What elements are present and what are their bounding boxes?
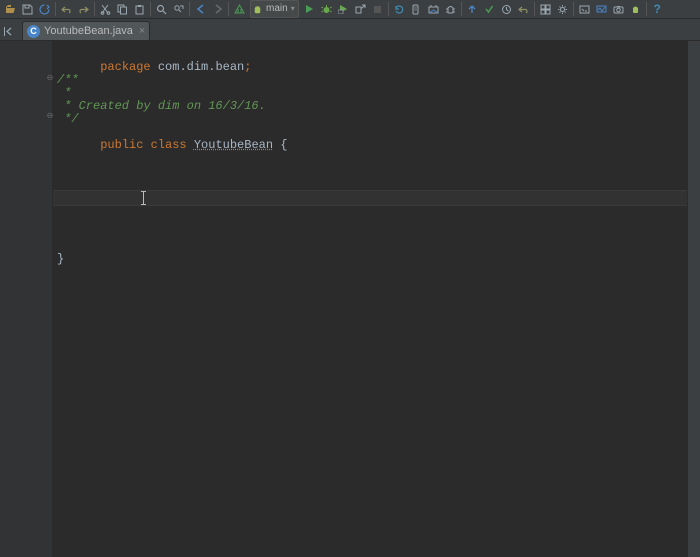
- avd-manager-icon[interactable]: [408, 1, 425, 18]
- project-structure-icon[interactable]: [537, 1, 554, 18]
- vcs-revert-icon[interactable]: [515, 1, 532, 18]
- undo-icon[interactable]: [58, 1, 75, 18]
- toolbar-separator: [189, 2, 190, 16]
- toolbar-separator: [150, 2, 151, 16]
- stop-icon[interactable]: [369, 1, 386, 18]
- toolbar-separator: [94, 2, 95, 16]
- toolbar-separator: [573, 2, 574, 16]
- attach-debugger-icon[interactable]: [352, 1, 369, 18]
- hide-tool-window-icon[interactable]: [0, 22, 14, 40]
- editor-tab-bar: C YoutubeBean.java ×: [0, 19, 700, 41]
- back-icon[interactable]: [192, 1, 209, 18]
- code-editor[interactable]: package com.dim.bean; /** * * Created by…: [53, 41, 687, 557]
- replace-icon[interactable]: [170, 1, 187, 18]
- main-toolbar: main ▾: [0, 0, 700, 19]
- toolbar-separator: [534, 2, 535, 16]
- tab-filename: YoutubeBean.java: [44, 25, 133, 37]
- javadoc-line: */: [57, 113, 79, 126]
- run-with-coverage-icon[interactable]: [335, 1, 352, 18]
- gradle-console-icon[interactable]: [576, 1, 593, 18]
- find-icon[interactable]: [153, 1, 170, 18]
- class-name: YoutubeBean: [194, 138, 273, 152]
- keyword-public-class: public class: [100, 138, 194, 152]
- toolbar-separator: [461, 2, 462, 16]
- ddms-icon[interactable]: [442, 1, 459, 18]
- keyword-package: package: [100, 60, 150, 74]
- save-all-icon[interactable]: [19, 1, 36, 18]
- text-caret: [143, 191, 144, 205]
- sdk-manager-icon[interactable]: [425, 1, 442, 18]
- android-icon: [252, 4, 263, 15]
- run-icon[interactable]: [301, 1, 318, 18]
- javadoc-line: * Created by dim on 16/3/16.: [57, 100, 266, 113]
- open-file-icon[interactable]: [2, 1, 19, 18]
- chevron-down-icon: ▾: [291, 2, 295, 16]
- run-config-selector[interactable]: main ▾: [250, 0, 299, 18]
- copy-icon[interactable]: [114, 1, 131, 18]
- redo-icon[interactable]: [75, 1, 92, 18]
- sync-icon[interactable]: [36, 1, 53, 18]
- paste-icon[interactable]: [131, 1, 148, 18]
- help-icon[interactable]: ?: [649, 1, 666, 18]
- vcs-update-icon[interactable]: [464, 1, 481, 18]
- sync-gradle-icon[interactable]: [391, 1, 408, 18]
- run-config-label: main: [266, 2, 288, 16]
- toolbar-separator: [646, 2, 647, 16]
- editor-marker-strip[interactable]: [687, 41, 700, 557]
- current-line-highlight: [53, 190, 687, 206]
- class-file-icon: C: [27, 25, 40, 38]
- make-project-icon[interactable]: [231, 1, 248, 18]
- vcs-commit-icon[interactable]: [481, 1, 498, 18]
- android-device-icon[interactable]: [627, 1, 644, 18]
- forward-icon[interactable]: [209, 1, 226, 18]
- editor-area: ⊖ ⊖ package com.dim.bean; /** * * Create…: [0, 41, 700, 557]
- toolbar-separator: [388, 2, 389, 16]
- cut-icon[interactable]: [97, 1, 114, 18]
- vcs-history-icon[interactable]: [498, 1, 515, 18]
- editor-gutter[interactable]: ⊖ ⊖: [0, 41, 53, 557]
- toolbar-separator: [55, 2, 56, 16]
- debug-icon[interactable]: [318, 1, 335, 18]
- closing-brace: }: [57, 253, 64, 266]
- toolbar-separator: [228, 2, 229, 16]
- capture-icon[interactable]: [610, 1, 627, 18]
- settings-icon[interactable]: [554, 1, 571, 18]
- editor-tab-active[interactable]: C YoutubeBean.java ×: [22, 21, 150, 40]
- android-monitor-icon[interactable]: [593, 1, 610, 18]
- close-tab-icon[interactable]: ×: [139, 25, 145, 37]
